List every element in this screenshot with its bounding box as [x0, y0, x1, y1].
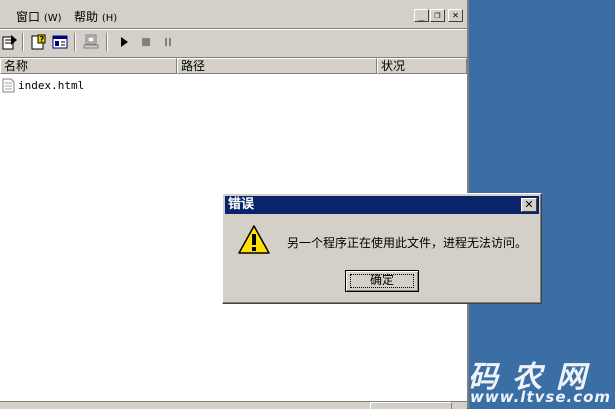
watermark-url: www.ltvse.com: [470, 388, 612, 406]
menu-window[interactable]: 窗口 (W): [16, 8, 62, 25]
toolbar-separator: [74, 33, 76, 51]
column-header-status[interactable]: 状况: [377, 58, 467, 74]
pause-icon: [165, 38, 171, 46]
column-header-path[interactable]: 路径: [177, 58, 377, 74]
ok-button[interactable]: 确定: [345, 270, 419, 292]
menu-window-key: (W): [43, 13, 62, 24]
export-button[interactable]: [0, 32, 20, 52]
column-header-name[interactable]: 名称: [0, 58, 177, 74]
pause-button[interactable]: [158, 32, 178, 52]
help-doc-icon: ?: [31, 34, 46, 50]
toolbar: ?: [0, 30, 467, 54]
toolbar-separator: [106, 33, 108, 51]
dialog-title: 错误: [228, 197, 255, 212]
error-dialog: 错误 ✕ 另一个程序正在使用此文件，进程无法访问。 确定: [222, 193, 542, 304]
stop-button[interactable]: [136, 32, 156, 52]
menu-bar: 窗口 (W) 帮助 (H): [0, 5, 467, 27]
computer-icon: [83, 34, 99, 49]
error-message: 另一个程序正在使用此文件，进程无法访问。: [287, 236, 528, 250]
close-window-button[interactable]: ✕: [448, 9, 463, 22]
play-icon: [121, 37, 128, 47]
focus-rectangle: [350, 274, 414, 288]
computer-button[interactable]: [81, 32, 101, 52]
export-list-icon: [2, 35, 17, 50]
menu-help-label: 帮助: [74, 10, 99, 24]
toolbar-separator: [22, 33, 24, 51]
warning-icon: [238, 225, 270, 254]
list-item[interactable]: index.html: [2, 77, 84, 93]
document-file-icon: [2, 78, 15, 92]
start-button[interactable]: [114, 32, 134, 52]
minimize-button[interactable]: _: [414, 9, 429, 22]
restore-button[interactable]: ❐: [430, 9, 445, 22]
properties-icon: [52, 35, 68, 49]
menu-help-key: (H): [101, 13, 118, 24]
menu-help[interactable]: 帮助 (H): [74, 8, 117, 25]
file-name: index.html: [18, 78, 85, 92]
dialog-close-button[interactable]: ✕: [521, 198, 537, 212]
menu-window-label: 窗口: [16, 10, 41, 24]
properties-button[interactable]: [50, 32, 70, 52]
help-button[interactable]: ?: [28, 32, 48, 52]
dialog-titlebar[interactable]: 错误 ✕: [225, 196, 539, 214]
stop-icon: [142, 38, 150, 46]
svg-text:?: ?: [40, 35, 45, 44]
